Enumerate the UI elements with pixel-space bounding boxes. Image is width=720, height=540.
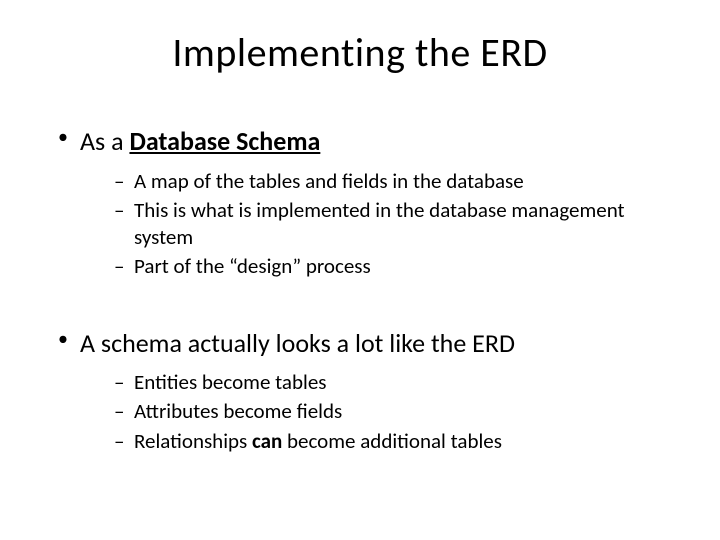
bullet-2-text: A schema actually looks a lot like the E…: [80, 327, 515, 359]
bullet-item-2: A schema actually looks a lot like the E…: [58, 327, 680, 455]
main-bullet-list: As a Database Schema A map of the tables…: [40, 125, 680, 455]
sub-item-2-3-suffix: become additional tables: [282, 428, 502, 454]
sub-item-2-1: Entities become tables: [114, 369, 680, 396]
sub-item-2-3-prefix: Relationships: [134, 428, 252, 454]
bullet-1-emphasis: Database Schema: [129, 125, 320, 157]
slide-title: Implementing the ERD: [40, 28, 680, 77]
sub-item-2-3-bold: can: [252, 428, 282, 454]
bullet-item-1: As a Database Schema A map of the tables…: [58, 125, 680, 281]
bullet-1-prefix: As a: [80, 125, 129, 157]
sub-list-1: A map of the tables and fields in the da…: [80, 168, 680, 281]
sub-list-2: Entities become tables Attributes become…: [80, 369, 680, 455]
sub-item-2-2: Attributes become fields: [114, 398, 680, 425]
spacer: [58, 309, 680, 327]
sub-item-1-1: A map of the tables and fields in the da…: [114, 168, 680, 195]
sub-item-1-2: This is what is implemented in the datab…: [114, 197, 680, 252]
sub-item-2-3: Relationships can become additional tabl…: [114, 428, 680, 455]
sub-item-1-3: Part of the “design” process: [114, 253, 680, 280]
